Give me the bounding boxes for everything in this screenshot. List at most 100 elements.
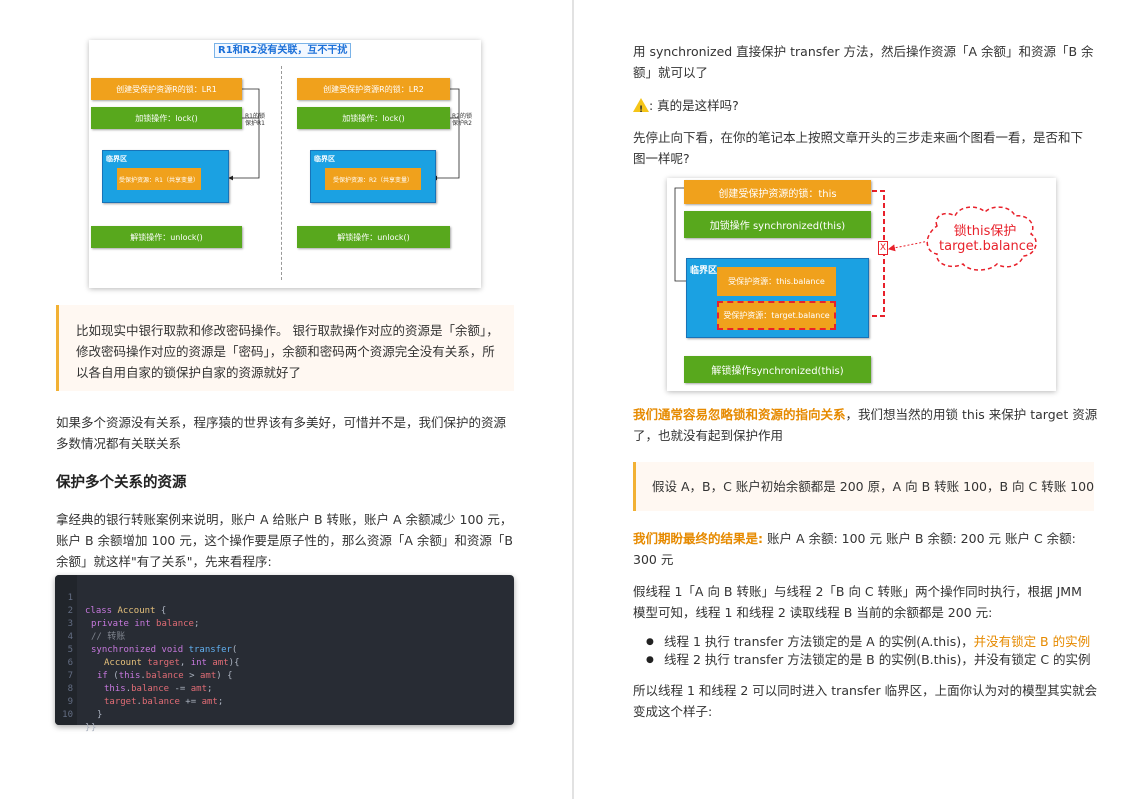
code-token: balance	[145, 671, 184, 681]
code-line: 10 }	[55, 696, 96, 733]
paragraph-jmm: 假线程 1「A 向 B 转账」与线程 2「B 向 C 转账」两个操作同时执行，根…	[633, 581, 1082, 623]
section-heading: 保护多个关系的资源	[56, 475, 187, 491]
quote-line-1: 比如现实中银行取款和修改密码操作。 银行取款操作对应的资源是「余额」，	[76, 323, 499, 338]
paragraph-line: 账户 B 余额增加 100 元，这个操作要是原子性的，那么资源「A 余额」和资源…	[56, 533, 513, 548]
cloud-label-line1: 锁this保护	[953, 224, 1017, 239]
code-token: }	[85, 723, 91, 733]
resource-this-balance-box: 受保护资源：this.balance	[717, 267, 836, 296]
code-token: amt	[201, 697, 218, 707]
paragraph-stop-and-draw: 先停止向下看，在你的笔记本上按照文章开头的三步走来画个图看一看，是否和下 图一样…	[633, 127, 1083, 169]
x-mark: X	[878, 241, 888, 255]
code-token: int	[190, 658, 207, 668]
paragraph-line: 如果多个资源没有关系，程序猿的世界该有多美好，可惜并不是，我们保护的资源	[56, 415, 507, 430]
lock-note-right-line1: R2的锁	[452, 113, 472, 120]
quote-line: 假设 A，B，C 账户初始余额都是 200 原，A 向 B 转账 100，B 向…	[652, 479, 1095, 494]
paragraph-text: 账户 A 余额: 100 元 账户 B 余额: 200 元 账户 C 余额:	[763, 531, 1076, 546]
paragraph-line: 300 元	[633, 552, 674, 567]
question-line: : 真的是这样吗?	[633, 95, 739, 121]
critical-section-2: 临界区 受保护资源：this.balance 受保护资源：target.bala…	[686, 258, 869, 338]
code-token: }	[97, 710, 103, 720]
bullet-thread-2: 线程 2 执行 transfer 方法锁定的是 B 的实例(B.this)，并没…	[646, 651, 1091, 669]
code-token: -=	[169, 684, 191, 694]
code-token: if	[97, 671, 108, 681]
paragraph-line: 变成这个样子:	[633, 704, 713, 719]
code-token: private	[91, 619, 129, 629]
paragraph-concurrent-entry: 所以线程 1 和线程 2 可以同时进入 transfer 临界区，上面你认为对的…	[633, 680, 1097, 722]
cloud-label-line2: target.balance	[939, 239, 1034, 254]
bullet-thread-1: 线程 1 执行 transfer 方法锁定的是 A 的实例(A.this)，并没…	[646, 633, 1091, 651]
quote-bank-example: 比如现实中银行取款和修改密码操作。 银行取款操作对应的资源是「余额」， 修改密码…	[56, 305, 514, 391]
highlight-text: 我们通常容易忽略锁和资源的指向关系	[633, 407, 846, 422]
synchronized-this-figure: 创建受保护资源的锁：this 加锁操作 synchronized(this) 临…	[667, 178, 1056, 391]
create-lock-this-box: 创建受保护资源的锁：this	[684, 180, 871, 204]
code-line: 6 if (this.balance > amt) {	[55, 644, 233, 681]
quote-initial-balance: 假设 A，B，C 账户初始余额都是 200 原，A 向 B 转账 100，B 向…	[633, 462, 1094, 511]
code-line: }	[55, 709, 90, 733]
code-token: amt	[190, 684, 207, 694]
code-token: >	[183, 671, 200, 681]
unlock-op-synchronized-box: 解锁操作synchronized(this)	[684, 356, 871, 383]
code-token: {	[155, 606, 167, 616]
code-token: ;	[217, 697, 224, 707]
code-line: 1 class Account {	[55, 579, 167, 616]
code-token: (	[107, 671, 119, 681]
code-token: this	[118, 671, 141, 681]
lock-op-synchronized-box: 加锁操作 synchronized(this)	[684, 211, 871, 238]
code-token: amt	[212, 658, 229, 668]
lock-note-left-line2: 保护R1	[245, 120, 265, 127]
paragraph-line: 额」就可以了	[633, 65, 709, 80]
resource-r1-box: 受保护资源：R1（共享变量）	[117, 168, 201, 190]
paragraph-line: 了，也就没有起到保护作用	[633, 428, 784, 443]
code-line: 5 Account target, int amt){	[55, 631, 240, 668]
code-token: synchronized	[91, 645, 157, 655]
paragraph-line: 先停止向下看，在你的笔记本上按照文章开头的三步走来画个图看一看，是否和下	[633, 130, 1084, 145]
code-token: amt	[200, 671, 217, 681]
lock-note-left: R1的锁 保护R1	[245, 113, 265, 127]
resource-r2-box: 受保护资源：R2（共享变量）	[325, 168, 421, 190]
lock-note-right: R2的锁 保护R2	[452, 113, 472, 127]
code-token: balance	[156, 619, 194, 629]
bullet-highlight: 并没有锁定 B 的实例	[973, 634, 1091, 649]
resource-target-balance-box: 受保护资源：target.balance	[717, 301, 836, 330]
code-token: Account	[117, 606, 156, 616]
paragraph-line: 假线程 1「A 向 B 转账」与线程 2「B 向 C 转账」两个操作同时执行，根…	[633, 584, 1082, 599]
question-text: : 真的是这样吗?	[649, 98, 739, 113]
critical-section-label-2: 临界区	[690, 266, 718, 276]
paragraph-line: 模型可知，线程 1 和线程 2 读取线程 B 当前的余额都是 200 元:	[633, 605, 993, 620]
paragraph-synchronized: 用 synchronized 直接保护 transfer 方法，然后操作资源「A…	[633, 41, 1094, 83]
code-token: this	[104, 684, 126, 694]
code-token: }	[91, 723, 97, 733]
unlock-op-box-left: 解锁操作：unlock()	[91, 226, 242, 248]
code-comment: // 转账	[91, 632, 126, 642]
paragraph-line: 余额」就这样"有了关系"，先来看程序:	[56, 554, 272, 569]
code-token: ,	[179, 658, 191, 668]
unlock-op-box-right: 解锁操作：unlock()	[297, 226, 450, 248]
critical-section-left: 临界区 受保护资源：R1（共享变量）	[102, 150, 229, 203]
paragraph-line: 图一样呢?	[633, 151, 690, 166]
code-line: 7 this.balance -= amt;	[55, 657, 213, 694]
code-token: target	[147, 658, 180, 668]
critical-section-label-right: 临界区	[314, 155, 335, 163]
paragraph-line: 用 synchronized 直接保护 transfer 方法，然后操作资源「A…	[633, 44, 1094, 59]
paragraph-lock-resource-relation: 我们通常容易忽略锁和资源的指向关系，我们想当然的用锁 this 来保护 targ…	[633, 404, 1097, 446]
code-token: (	[231, 645, 238, 655]
cloud-label: 锁this保护 target.balance	[939, 224, 1034, 254]
lock-note-right-line2: 保护R2	[452, 120, 472, 127]
code-line: 4 synchronized void transfer(	[55, 618, 238, 655]
code-line: 2 private int balance;	[55, 592, 200, 629]
quote-line-2: 修改密码操作对应的资源是「密码」，余额和密码两个资源完全没有关系，所	[76, 344, 495, 359]
code-token: target	[104, 697, 137, 707]
code-token: int	[134, 619, 151, 629]
paragraph-resources-related: 如果多个资源没有关系，程序猿的世界该有多美好，可惜并不是，我们保护的资源 多数情…	[56, 412, 506, 454]
lock-op-box-left: 加锁操作：lock()	[91, 107, 242, 129]
warning-icon	[633, 98, 649, 121]
code-token: class	[85, 606, 113, 616]
code-token: Account	[104, 658, 142, 668]
quote-line-3: 以各自用自家的锁保护自家的资源就好了	[76, 365, 302, 380]
code-token: ;	[207, 684, 213, 694]
paragraph-line: 所以线程 1 和线程 2 可以同时进入 transfer 临界区，上面你认为对的…	[633, 683, 1098, 698]
code-block-account: 1 class Account { 2 private int balance;…	[55, 575, 514, 733]
code-token: ) {	[216, 671, 233, 681]
code-token: balance	[131, 684, 170, 694]
code-token: transfer	[188, 645, 232, 655]
